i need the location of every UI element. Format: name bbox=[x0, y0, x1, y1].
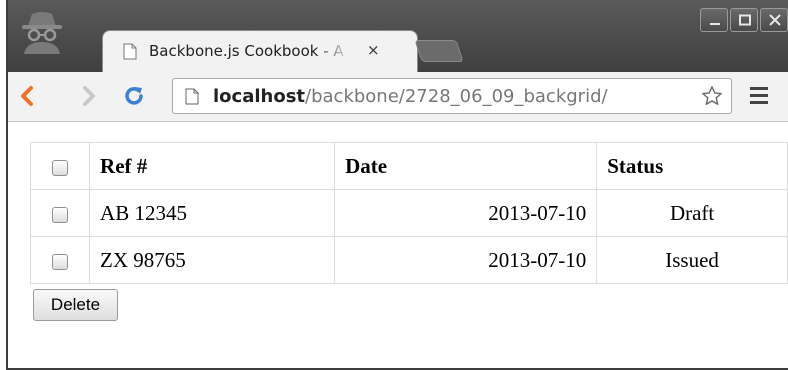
select-all-checkbox[interactable] bbox=[52, 159, 69, 176]
ref-cell[interactable]: ZX 98765 bbox=[89, 236, 336, 284]
address-bar[interactable]: localhost/backbone/2728_06_09_backgrid/ bbox=[172, 78, 732, 114]
status-cell[interactable]: Draft bbox=[596, 189, 788, 237]
star-icon[interactable] bbox=[701, 85, 723, 107]
column-header-date[interactable]: Date bbox=[334, 142, 598, 190]
row-select-cell bbox=[29, 236, 91, 284]
status-cell[interactable]: Issued bbox=[596, 236, 788, 284]
url-host: localhost bbox=[213, 86, 306, 107]
page-icon bbox=[123, 43, 137, 60]
forward-arrow-icon[interactable] bbox=[76, 84, 100, 108]
table-row: ZX 98765 2013-07-10 Issued bbox=[29, 236, 788, 284]
url-text: localhost/backbone/2728_06_09_backgrid/ bbox=[213, 86, 608, 107]
browser-tab[interactable]: Backbone.js Cookbook - A × bbox=[102, 30, 418, 74]
minimize-icon[interactable] bbox=[700, 8, 728, 32]
close-icon[interactable] bbox=[760, 8, 788, 32]
back-arrow-icon[interactable] bbox=[16, 84, 40, 108]
tab-close-icon[interactable]: × bbox=[367, 41, 380, 59]
ref-cell[interactable]: AB 12345 bbox=[89, 189, 336, 237]
browser-toolbar: localhost/backbone/2728_06_09_backgrid/ bbox=[8, 72, 788, 122]
date-cell[interactable]: 2013-07-10 bbox=[334, 236, 598, 284]
page-icon bbox=[185, 88, 199, 105]
row-select-cell bbox=[29, 189, 91, 237]
window-controls bbox=[700, 8, 788, 32]
url-path: /backbone/2728_06_09_backgrid/ bbox=[305, 86, 608, 107]
browser-window: Backbone.js Cookbook - A × localhost/bac… bbox=[6, 0, 788, 370]
backgrid-table: Ref # Date Status AB 12345 2013-07-10 Dr… bbox=[29, 142, 788, 284]
table-row: AB 12345 2013-07-10 Draft bbox=[29, 189, 788, 237]
reload-icon[interactable] bbox=[122, 84, 146, 108]
table-header-row: Ref # Date Status bbox=[29, 142, 788, 190]
hamburger-menu-icon[interactable] bbox=[750, 87, 768, 108]
delete-button[interactable]: Delete bbox=[33, 289, 118, 321]
column-header-status[interactable]: Status bbox=[596, 142, 788, 190]
incognito-icon bbox=[22, 12, 62, 54]
date-cell[interactable]: 2013-07-10 bbox=[334, 189, 598, 237]
row-checkbox[interactable] bbox=[52, 253, 69, 270]
title-bar: Backbone.js Cookbook - A × bbox=[8, 0, 788, 74]
select-all-cell bbox=[29, 142, 91, 190]
maximize-icon[interactable] bbox=[730, 8, 758, 32]
column-header-ref[interactable]: Ref # bbox=[89, 142, 336, 190]
row-checkbox[interactable] bbox=[52, 206, 69, 223]
page-content: Ref # Date Status AB 12345 2013-07-10 Dr… bbox=[8, 122, 788, 368]
new-tab-button[interactable] bbox=[414, 40, 464, 62]
